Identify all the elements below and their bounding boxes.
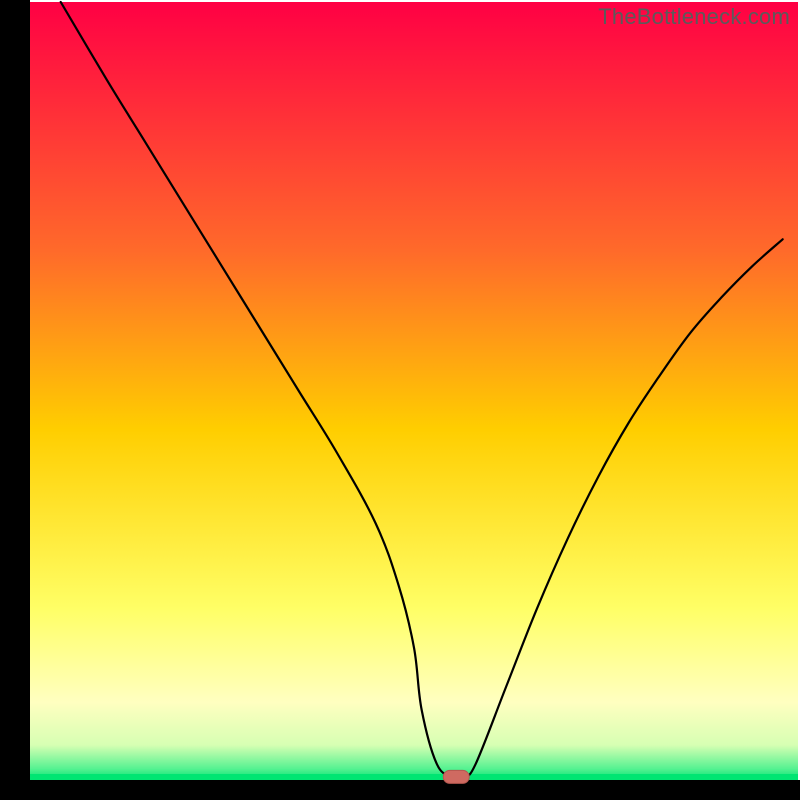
baseline-band xyxy=(30,774,798,780)
plot-area xyxy=(0,0,800,800)
y-axis xyxy=(0,0,30,800)
minimum-marker xyxy=(443,770,469,783)
gradient-background xyxy=(30,2,798,780)
bottleneck-chart: TheBottleneck.com xyxy=(0,0,800,800)
x-axis xyxy=(0,780,800,800)
watermark-text: TheBottleneck.com xyxy=(598,4,790,30)
chart-svg xyxy=(0,0,800,800)
